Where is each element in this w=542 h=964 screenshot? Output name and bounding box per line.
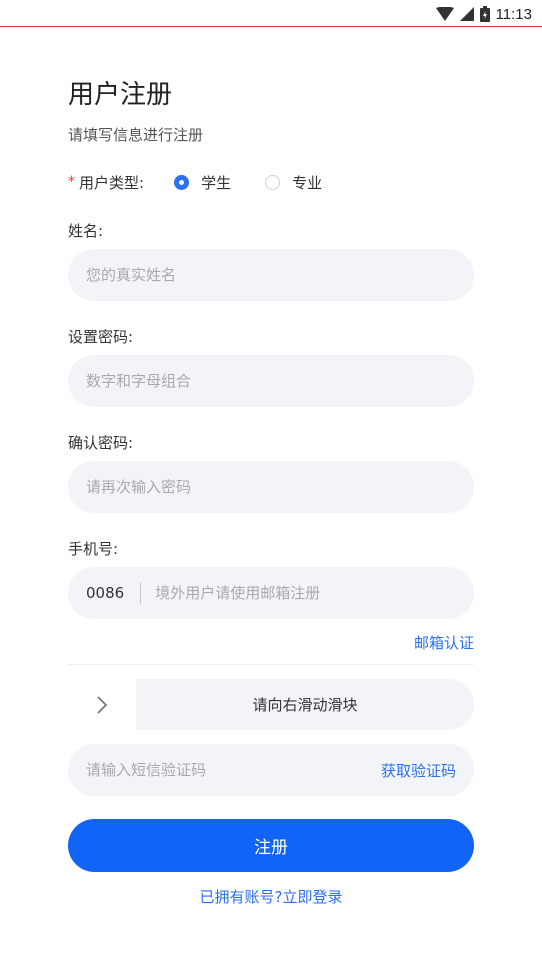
divider	[68, 664, 474, 665]
login-link[interactable]: 已拥有账号?立即登录	[0, 886, 542, 907]
slider-hint: 请向右滑动滑块	[252, 696, 358, 714]
radio-student[interactable]: 学生	[174, 172, 231, 193]
slider-handle[interactable]	[68, 679, 136, 730]
sms-field-container: 获取验证码	[68, 744, 474, 796]
radio-unchecked-icon	[265, 174, 281, 190]
confirm-password-label: 确认密码:	[68, 434, 134, 452]
user-type-label: 用户类型:	[79, 173, 145, 192]
radio-professional-label: 专业	[292, 173, 323, 192]
password-label: 设置密码:	[68, 328, 134, 346]
phone-field-container: 0086	[68, 567, 474, 619]
password-input[interactable]	[86, 372, 474, 390]
status-time: 11:13	[495, 5, 532, 23]
page-title: 用户注册	[68, 80, 173, 110]
country-code[interactable]: 0086	[86, 584, 124, 602]
page-subtitle: 请填写信息进行注册	[68, 126, 204, 144]
wifi-icon	[435, 7, 454, 21]
confirm-password-input[interactable]	[86, 478, 474, 496]
name-field-container	[68, 249, 474, 301]
confirm-password-field-container	[68, 461, 474, 513]
name-input[interactable]	[86, 266, 474, 284]
phone-separator	[140, 582, 142, 604]
radio-professional[interactable]: 专业	[265, 172, 322, 193]
sms-code-input[interactable]	[86, 761, 356, 779]
battery-icon	[479, 6, 490, 22]
status-icons: 11:13	[435, 4, 532, 24]
user-type-row: * 用户类型: 学生 专业	[68, 171, 322, 193]
required-mark: *	[68, 174, 75, 190]
radio-checked-icon	[174, 174, 190, 190]
phone-label: 手机号:	[68, 540, 119, 558]
register-button[interactable]: 注册	[68, 819, 474, 872]
status-bar: 11:13	[0, 0, 542, 27]
name-label: 姓名:	[68, 222, 104, 240]
cellular-signal-icon	[459, 7, 474, 21]
password-field-container	[68, 355, 474, 407]
slider-captcha: 请向右滑动滑块	[68, 679, 474, 730]
radio-student-label: 学生	[201, 173, 232, 192]
chevron-right-icon	[97, 695, 108, 714]
phone-input[interactable]	[155, 584, 406, 602]
email-verification-link[interactable]: 邮箱认证	[414, 632, 474, 653]
get-code-button[interactable]: 获取验证码	[381, 760, 456, 781]
